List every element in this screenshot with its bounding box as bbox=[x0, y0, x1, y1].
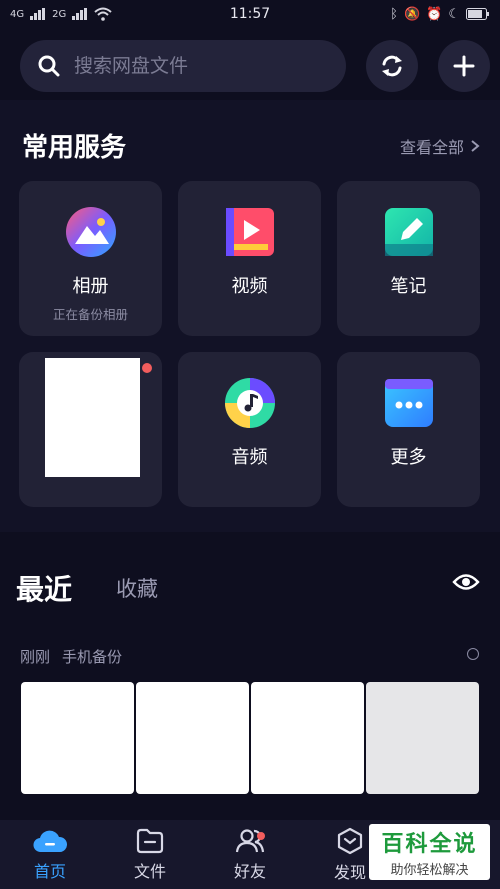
nav-home[interactable]: 首页 bbox=[10, 828, 90, 882]
plus-icon bbox=[453, 55, 475, 77]
signal-4g-label: 4G bbox=[10, 8, 25, 20]
watermark-subtitle: 助你轻松解决 bbox=[390, 863, 469, 878]
select-group-checkbox[interactable] bbox=[467, 648, 479, 660]
service-album-label: 相册 bbox=[72, 276, 109, 297]
recent-thumbnail[interactable] bbox=[21, 682, 134, 794]
wifi-icon bbox=[94, 7, 112, 21]
service-video-label: 视频 bbox=[231, 276, 268, 297]
mute-icon: 🔕 bbox=[403, 6, 421, 22]
add-button[interactable] bbox=[438, 40, 490, 92]
service-note-card[interactable]: 笔记 bbox=[337, 181, 480, 336]
nav-files[interactable]: 文件 bbox=[110, 828, 190, 882]
service-album-status: 正在备份相册 bbox=[52, 307, 128, 322]
video-icon bbox=[225, 208, 274, 256]
watermark-logo: 百科全说 助你轻松解决 bbox=[369, 824, 490, 880]
service-album-card[interactable]: 相册 正在备份相册 bbox=[19, 181, 162, 336]
recent-thumbnails bbox=[21, 682, 479, 794]
signal-2g-label: 2G bbox=[52, 8, 67, 20]
status-bar: 4G 2G 11:57 ᛒ 🔕 ⏰ ☾ bbox=[0, 0, 500, 28]
nav-home-label: 首页 bbox=[33, 861, 66, 881]
services-title: 常用服务 bbox=[22, 133, 127, 163]
chevron-right-icon bbox=[471, 140, 480, 152]
recent-thumbnail[interactable] bbox=[366, 682, 479, 794]
moon-icon: ☾ bbox=[448, 6, 460, 22]
service-more-card[interactable]: 更多 bbox=[337, 352, 480, 507]
bluetooth-icon: ᛒ bbox=[390, 6, 398, 22]
signal-icon bbox=[30, 8, 46, 20]
tab-recent[interactable]: 最近 bbox=[16, 568, 72, 608]
cloud-icon bbox=[33, 830, 67, 852]
alarm-icon: ⏰ bbox=[426, 6, 443, 22]
nav-friends[interactable]: 好友 bbox=[210, 828, 290, 882]
battery-icon bbox=[465, 8, 489, 20]
service-more-label: 更多 bbox=[390, 447, 427, 468]
blank-thumbnail bbox=[45, 358, 140, 477]
recent-time: 刚刚 bbox=[20, 648, 51, 666]
watermark-title: 百科全说 bbox=[381, 832, 478, 857]
signal-icon bbox=[72, 8, 88, 20]
service-audio-label: 音频 bbox=[231, 447, 268, 468]
eye-toggle[interactable] bbox=[452, 572, 480, 596]
service-note-label: 笔记 bbox=[390, 276, 427, 297]
status-right: ᛒ 🔕 ⏰ ☾ bbox=[340, 7, 490, 22]
tab-favorites[interactable]: 收藏 bbox=[116, 573, 158, 603]
friends-badge bbox=[257, 831, 265, 840]
search-bar[interactable] bbox=[20, 40, 346, 92]
nav-discover-label: 发现 bbox=[333, 862, 366, 882]
service-audio-card[interactable]: 音频 bbox=[178, 352, 321, 507]
album-icon bbox=[65, 207, 116, 257]
note-icon bbox=[384, 208, 433, 256]
recent-source: 手机备份 bbox=[62, 648, 123, 666]
view-all-link[interactable]: 查看全部 bbox=[400, 134, 480, 158]
recent-group-header: 刚刚 手机备份 bbox=[20, 646, 122, 667]
recent-thumbnail[interactable] bbox=[136, 682, 249, 794]
more-icon bbox=[384, 379, 433, 427]
discover-icon bbox=[337, 827, 363, 854]
sync-button[interactable] bbox=[366, 40, 418, 92]
clock: 11:57 bbox=[229, 6, 271, 22]
service-video-card[interactable]: 视频 bbox=[178, 181, 321, 336]
nav-files-label: 文件 bbox=[133, 861, 166, 881]
sync-icon bbox=[382, 55, 402, 77]
audio-icon bbox=[224, 378, 275, 428]
notification-dot bbox=[142, 363, 152, 373]
recent-thumbnail[interactable] bbox=[251, 682, 364, 794]
search-icon bbox=[38, 55, 60, 77]
search-input[interactable] bbox=[74, 55, 314, 77]
view-all-label: 查看全部 bbox=[399, 138, 464, 157]
nav-friends-label: 好友 bbox=[233, 861, 266, 881]
eye-icon bbox=[452, 574, 480, 590]
status-left: 4G 2G bbox=[10, 7, 160, 21]
folder-icon bbox=[136, 828, 164, 853]
